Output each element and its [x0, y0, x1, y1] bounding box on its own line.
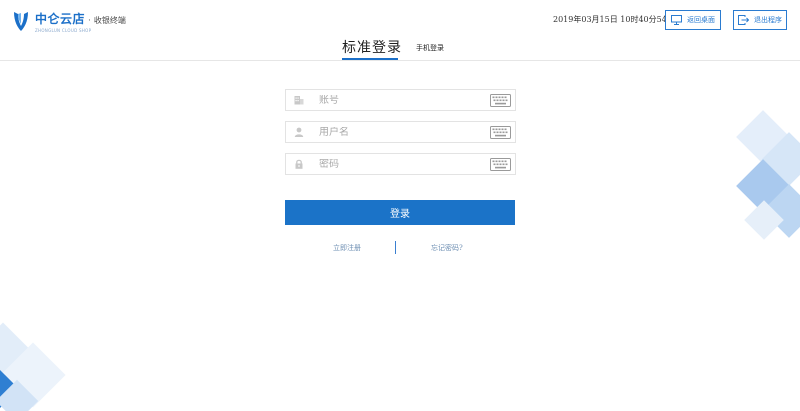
brand-separator: · — [88, 16, 91, 26]
lock-icon — [291, 158, 307, 170]
building-icon — [291, 94, 307, 106]
tab-phone-login[interactable]: 手机登录 — [416, 43, 444, 53]
brand-subtitle: 收银终端 — [93, 16, 126, 25]
account-field[interactable] — [285, 89, 516, 111]
monitor-icon — [671, 15, 682, 25]
login-button[interactable]: 登录 — [285, 200, 515, 225]
account-input[interactable] — [319, 94, 484, 106]
keyboard-icon[interactable] — [490, 94, 511, 107]
username-input[interactable] — [319, 126, 484, 138]
password-input[interactable] — [319, 158, 484, 170]
forgot-password-link[interactable]: 忘记密码? — [431, 243, 463, 253]
exit-program-label: 退出程序 — [754, 16, 782, 24]
brand-english: ZHONGLUN CLOUD SHOP — [35, 28, 92, 33]
username-field[interactable] — [285, 121, 516, 143]
app-logo: 中仑云店 · 收银终端 ZHONGLUN CLOUD SHOP — [12, 10, 126, 33]
active-tab-indicator — [342, 58, 398, 60]
keyboard-icon[interactable] — [490, 158, 511, 171]
login-tabs: 标准登录 手机登录 — [0, 34, 800, 61]
exit-icon — [738, 15, 749, 25]
return-desktop-button[interactable]: 返回桌面 — [665, 10, 721, 30]
logo-icon — [14, 12, 28, 31]
current-datetime: 2019年03月15日 10时40分54秒 — [553, 15, 675, 24]
register-link[interactable]: 立即注册 — [333, 243, 361, 253]
tab-standard-login[interactable]: 标准登录 — [342, 37, 402, 57]
return-desktop-label: 返回桌面 — [687, 16, 715, 24]
user-icon — [291, 126, 307, 138]
brand-name: 中仑云店 — [35, 12, 86, 26]
password-field[interactable] — [285, 153, 516, 175]
exit-program-button[interactable]: 退出程序 — [733, 10, 787, 30]
link-divider — [395, 241, 396, 254]
keyboard-icon[interactable] — [490, 126, 511, 139]
